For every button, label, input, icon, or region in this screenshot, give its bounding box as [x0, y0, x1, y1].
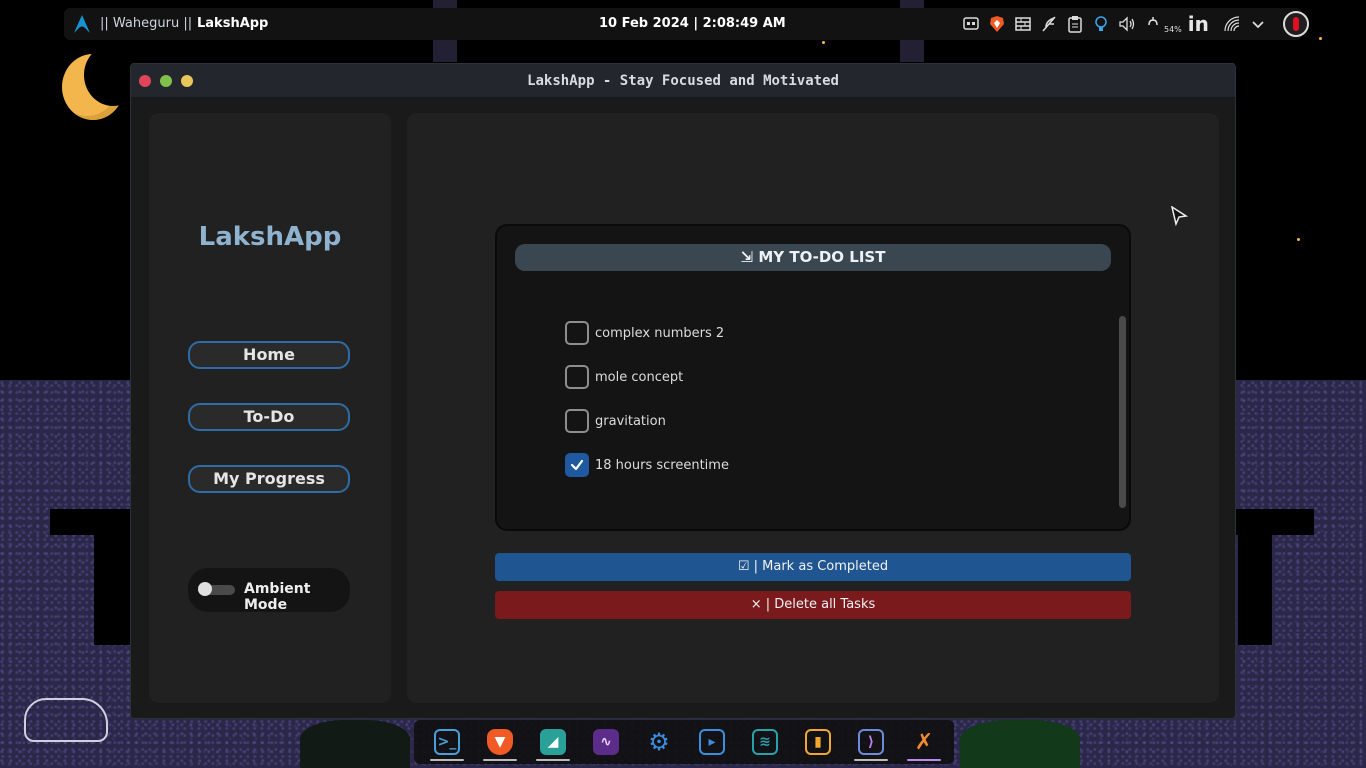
settings-icon[interactable]: ⚙: [636, 722, 682, 762]
app-store-glyph: ▸: [699, 729, 725, 755]
todo-scrollbar[interactable]: [1119, 316, 1126, 508]
todo-button[interactable]: To-Do: [188, 403, 350, 431]
app-window: LakshApp - Stay Focused and Motivated La…: [130, 63, 1236, 719]
kde-connect-glyph: ◢: [540, 729, 566, 755]
dock-running-indicator: [430, 759, 464, 761]
delete-all-tasks-button[interactable]: × | Delete all Tasks: [495, 591, 1131, 619]
volume-icon[interactable]: [1118, 15, 1136, 33]
firewall-icon[interactable]: [1014, 15, 1032, 33]
ambient-switch-knob[interactable]: [198, 582, 212, 596]
mouse-cursor-icon: [1170, 206, 1188, 226]
clipboard-icon[interactable]: [1066, 15, 1084, 33]
app-brand-title: LakshApp: [198, 222, 342, 252]
dock-running-indicator: [907, 759, 941, 761]
task-label: mole concept: [595, 369, 684, 385]
brave-icon[interactable]: [988, 15, 1006, 33]
main-panel: ⇲ MY TO-DO LIST complex numbers 2 mole c…: [407, 113, 1219, 703]
dock-running-indicator: [483, 759, 517, 761]
app-store-icon[interactable]: ▸: [689, 722, 735, 762]
book-icon[interactable]: ▮: [795, 722, 841, 762]
window-titlebar[interactable]: LakshApp - Stay Focused and Motivated: [131, 64, 1235, 98]
dock-running-indicator: [854, 759, 888, 761]
spotify-icon[interactable]: ≋: [742, 722, 788, 762]
cloud-logo-icon: [24, 698, 108, 742]
workspace-label[interactable]: || Waheguru ||: [100, 16, 192, 31]
terminal-glyph: >_: [434, 729, 460, 755]
system-monitor-glyph: ∿: [593, 729, 619, 755]
spotify-glyph: ≋: [752, 729, 778, 755]
feather-icon[interactable]: [1040, 15, 1058, 33]
clock[interactable]: 10 Feb 2024 | 2:08:49 AM: [599, 16, 786, 31]
dock: >_ ▼ ◢ ∿ ⚙ ▸ ≋ ▮ ⟩ ✗: [414, 720, 954, 764]
task-label: complex numbers 2: [595, 325, 725, 341]
home-button[interactable]: Home: [188, 341, 350, 369]
star: [1297, 238, 1300, 241]
ambient-mode-toggle[interactable]: Ambient Mode: [188, 568, 350, 613]
window-title: LakshApp - Stay Focused and Motivated: [527, 73, 839, 89]
wifi-icon[interactable]: [1223, 15, 1241, 33]
brave-glyph: ▼: [487, 729, 513, 755]
star: [822, 41, 825, 44]
dock-running-indicator: [536, 759, 570, 761]
task-checkbox[interactable]: [565, 321, 589, 345]
terminal-icon[interactable]: >_: [424, 722, 470, 762]
user-figure-icon: [1292, 17, 1299, 31]
book-glyph: ▮: [805, 729, 831, 755]
sidebar: LakshApp Home To-Do My Progress Ambient …: [149, 113, 391, 703]
arch-linux-icon[interactable]: [74, 15, 90, 33]
avatar[interactable]: [1282, 11, 1309, 37]
task-label: gravitation: [595, 413, 666, 429]
wallpaper-bench: [50, 509, 132, 535]
star: [1319, 37, 1322, 40]
chevron-down-icon[interactable]: [1249, 15, 1267, 33]
brave-icon[interactable]: ▼: [477, 722, 523, 762]
active-app-label: LakshApp: [197, 16, 269, 31]
subtitles-icon[interactable]: [962, 15, 980, 33]
bulb-icon[interactable]: [1092, 15, 1110, 33]
vscode-glyph: ⟩: [858, 729, 884, 755]
settings-glyph: ⚙: [648, 728, 670, 756]
wallpaper-bench-leg: [1238, 535, 1272, 645]
task-item[interactable]: mole concept: [565, 365, 683, 389]
vscode-icon[interactable]: ⟩: [848, 722, 894, 762]
battery-percent: 54%: [1164, 24, 1182, 34]
task-item[interactable]: complex numbers 2: [565, 321, 724, 345]
my-progress-button[interactable]: My Progress: [188, 465, 350, 493]
wallpaper-bench-leg: [94, 535, 130, 645]
ambient-mode-label: Ambient Mode: [244, 581, 311, 613]
system-monitor-icon[interactable]: ∿: [583, 722, 629, 762]
check-icon: [570, 459, 584, 471]
system-tray: 54% in: [962, 11, 1309, 37]
task-item[interactable]: gravitation: [565, 409, 666, 433]
task-checkbox[interactable]: [565, 365, 589, 389]
top-panel: || Waheguru || LakshApp 10 Feb 2024 | 2:…: [64, 8, 1309, 40]
wallpaper-tree: [960, 720, 1080, 768]
task-item[interactable]: 18 hours screentime: [565, 453, 729, 477]
task-checkbox[interactable]: [565, 409, 589, 433]
wallpaper-tree: [300, 720, 410, 768]
lakshapp-glyph: ✗: [914, 729, 934, 755]
todo-list-frame: ⇲ MY TO-DO LIST complex numbers 2 mole c…: [495, 224, 1131, 531]
wallpaper-bench: [1236, 509, 1314, 535]
battery-icon[interactable]: [1144, 15, 1162, 33]
kde-connect-icon[interactable]: ◢: [530, 722, 576, 762]
linkedin-icon[interactable]: in: [1188, 12, 1209, 36]
todo-list-header: ⇲ MY TO-DO LIST: [515, 244, 1111, 271]
lakshapp-icon[interactable]: ✗: [901, 722, 947, 762]
task-label: 18 hours screentime: [595, 457, 729, 473]
mark-completed-button[interactable]: ☑ | Mark as Completed: [495, 553, 1131, 581]
task-checkbox[interactable]: [565, 453, 589, 477]
